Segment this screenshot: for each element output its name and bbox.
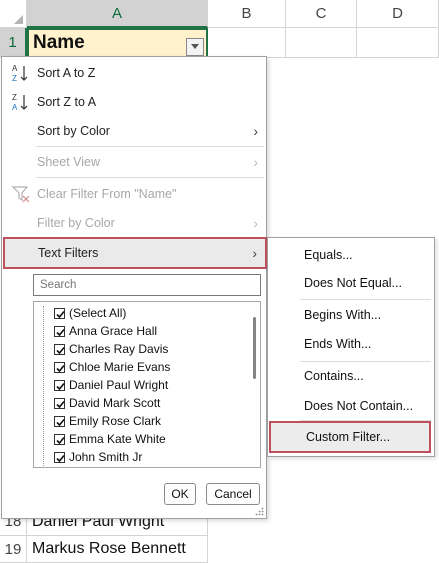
- list-item-label: Emily Rose Clark: [69, 414, 162, 428]
- menu-item-filter-by-color: Filter by Color ›: [2, 208, 266, 237]
- list-item[interactable]: Daniel Paul Wright: [54, 376, 168, 394]
- chevron-right-icon: ›: [253, 214, 258, 231]
- cell-a1-name-header[interactable]: Name: [27, 28, 208, 58]
- checkbox-checked-icon[interactable]: [54, 361, 65, 373]
- sheet-view-label: Sheet View: [37, 154, 101, 169]
- tree-line: [43, 306, 44, 466]
- clear-filter-label: Clear Filter From "Name": [37, 186, 177, 201]
- list-item[interactable]: Chloe Marie Evans: [54, 358, 170, 376]
- svg-text:Z: Z: [12, 74, 17, 83]
- column-header-d[interactable]: D: [357, 0, 439, 28]
- submenu-item-ends-with[interactable]: Ends With...: [268, 330, 434, 358]
- does-not-equal-label: Does Not Equal...: [304, 276, 402, 290]
- list-item-label: Daniel Paul Wright: [69, 378, 169, 392]
- cell-b1[interactable]: [208, 28, 286, 58]
- cell-d1[interactable]: [357, 28, 439, 58]
- checkbox-checked-icon[interactable]: [54, 433, 65, 445]
- filter-values-list: (Select All) Anna Grace Hall Charles Ray…: [33, 301, 261, 468]
- menu-separator: [300, 299, 431, 300]
- list-item[interactable]: Anna Grace Hall: [54, 322, 157, 340]
- list-item-label: Anna Grace Hall: [69, 324, 158, 338]
- list-item[interactable]: John Smith Jr: [54, 448, 142, 466]
- list-item-label: (Select All): [69, 306, 127, 320]
- scrollbar-thumb[interactable]: [253, 317, 256, 379]
- cancel-button[interactable]: Cancel: [206, 483, 260, 505]
- search-placeholder: Search: [40, 279, 77, 291]
- sort-a-to-z-icon: A Z: [12, 64, 28, 83]
- submenu-item-equals[interactable]: Equals...: [268, 241, 434, 269]
- menu-item-clear-filter: Clear Filter From "Name": [2, 179, 266, 208]
- list-item-label: Emma Kate White: [69, 432, 166, 446]
- select-all-corner[interactable]: [0, 0, 27, 28]
- text-filters-submenu: Equals... Does Not Equal... Begins With.…: [267, 237, 435, 457]
- contains-label: Contains...: [304, 369, 364, 383]
- checkbox-checked-icon[interactable]: [54, 343, 65, 355]
- row-header-1[interactable]: 1: [0, 28, 27, 58]
- list-item[interactable]: Emily Rose Clark: [54, 412, 161, 430]
- menu-item-sort-z-to-a[interactable]: Z A Sort Z to A: [2, 87, 266, 116]
- submenu-item-does-not-equal[interactable]: Does Not Equal...: [268, 269, 434, 297]
- resize-grip-icon[interactable]: [255, 507, 264, 516]
- list-item-label: Charles Ray Davis: [69, 342, 169, 356]
- checkbox-checked-icon[interactable]: [54, 451, 65, 463]
- checkbox-checked-icon[interactable]: [54, 325, 65, 337]
- menu-item-sort-a-to-z[interactable]: A Z Sort A to Z: [2, 58, 266, 87]
- custom-filter-label: Custom Filter...: [306, 430, 391, 444]
- list-scrollbar[interactable]: [248, 302, 260, 467]
- column-header-a[interactable]: A: [27, 0, 208, 28]
- dropdown-arrow-icon: [191, 44, 199, 49]
- filter-by-color-label: Filter by Color: [37, 215, 115, 230]
- submenu-item-begins-with[interactable]: Begins With...: [268, 301, 434, 329]
- menu-item-text-filters[interactable]: Text Filters ›: [3, 237, 267, 269]
- menu-separator: [36, 177, 264, 178]
- text-filters-label: Text Filters: [38, 246, 99, 260]
- checkbox-checked-icon[interactable]: [54, 379, 65, 391]
- filter-dropdown-button[interactable]: [186, 38, 204, 56]
- search-input[interactable]: Search: [33, 274, 261, 296]
- does-not-contain-label: Does Not Contain...: [304, 399, 414, 413]
- cell-a1-text: Name: [33, 32, 85, 53]
- list-item[interactable]: David Mark Scott: [54, 394, 160, 412]
- chevron-right-icon: ›: [253, 122, 258, 139]
- chevron-right-icon: ›: [252, 245, 257, 261]
- submenu-item-contains[interactable]: Contains...: [268, 362, 434, 390]
- cell-a19[interactable]: Markus Rose Bennett: [27, 536, 208, 563]
- list-item-label: David Mark Scott: [69, 396, 161, 410]
- svg-text:A: A: [12, 64, 18, 73]
- menu-item-sort-by-color[interactable]: Sort by Color ›: [2, 116, 266, 145]
- sort-by-color-label: Sort by Color: [37, 123, 110, 138]
- clear-filter-icon: [11, 186, 30, 203]
- menu-item-sheet-view: Sheet View ›: [2, 147, 266, 176]
- list-item[interactable]: Charles Ray Davis: [54, 340, 168, 358]
- column-header-c[interactable]: C: [286, 0, 357, 28]
- list-item-label: John Smith Jr: [69, 450, 143, 464]
- submenu-item-does-not-contain[interactable]: Does Not Contain...: [268, 392, 434, 420]
- sort-a-to-z-label: Sort A to Z: [37, 65, 96, 80]
- svg-text:A: A: [12, 103, 18, 112]
- ok-button[interactable]: OK: [164, 483, 196, 505]
- sort-z-to-a-icon: Z A: [12, 93, 28, 112]
- list-item-select-all[interactable]: (Select All): [54, 304, 126, 322]
- begins-with-label: Begins With...: [304, 308, 382, 322]
- checkbox-checked-icon[interactable]: [54, 415, 65, 427]
- cell-c1[interactable]: [286, 28, 357, 58]
- checkbox-checked-icon[interactable]: [54, 397, 65, 409]
- list-item[interactable]: Emma Kate White: [54, 430, 166, 448]
- row-header-19[interactable]: 19: [0, 536, 27, 563]
- list-item-label: Chloe Marie Evans: [69, 360, 171, 374]
- ends-with-label: Ends With...: [304, 337, 372, 351]
- checkbox-checked-icon[interactable]: [54, 307, 65, 319]
- chevron-right-icon: ›: [253, 153, 258, 170]
- equals-label: Equals...: [304, 248, 353, 262]
- autofilter-menu: A Z Sort A to Z Z A Sort Z to A Sort by …: [1, 56, 267, 519]
- svg-text:Z: Z: [12, 93, 17, 102]
- sort-z-to-a-label: Sort Z to A: [37, 94, 97, 109]
- submenu-item-custom-filter[interactable]: Custom Filter...: [269, 421, 431, 453]
- column-header-b[interactable]: B: [208, 0, 286, 28]
